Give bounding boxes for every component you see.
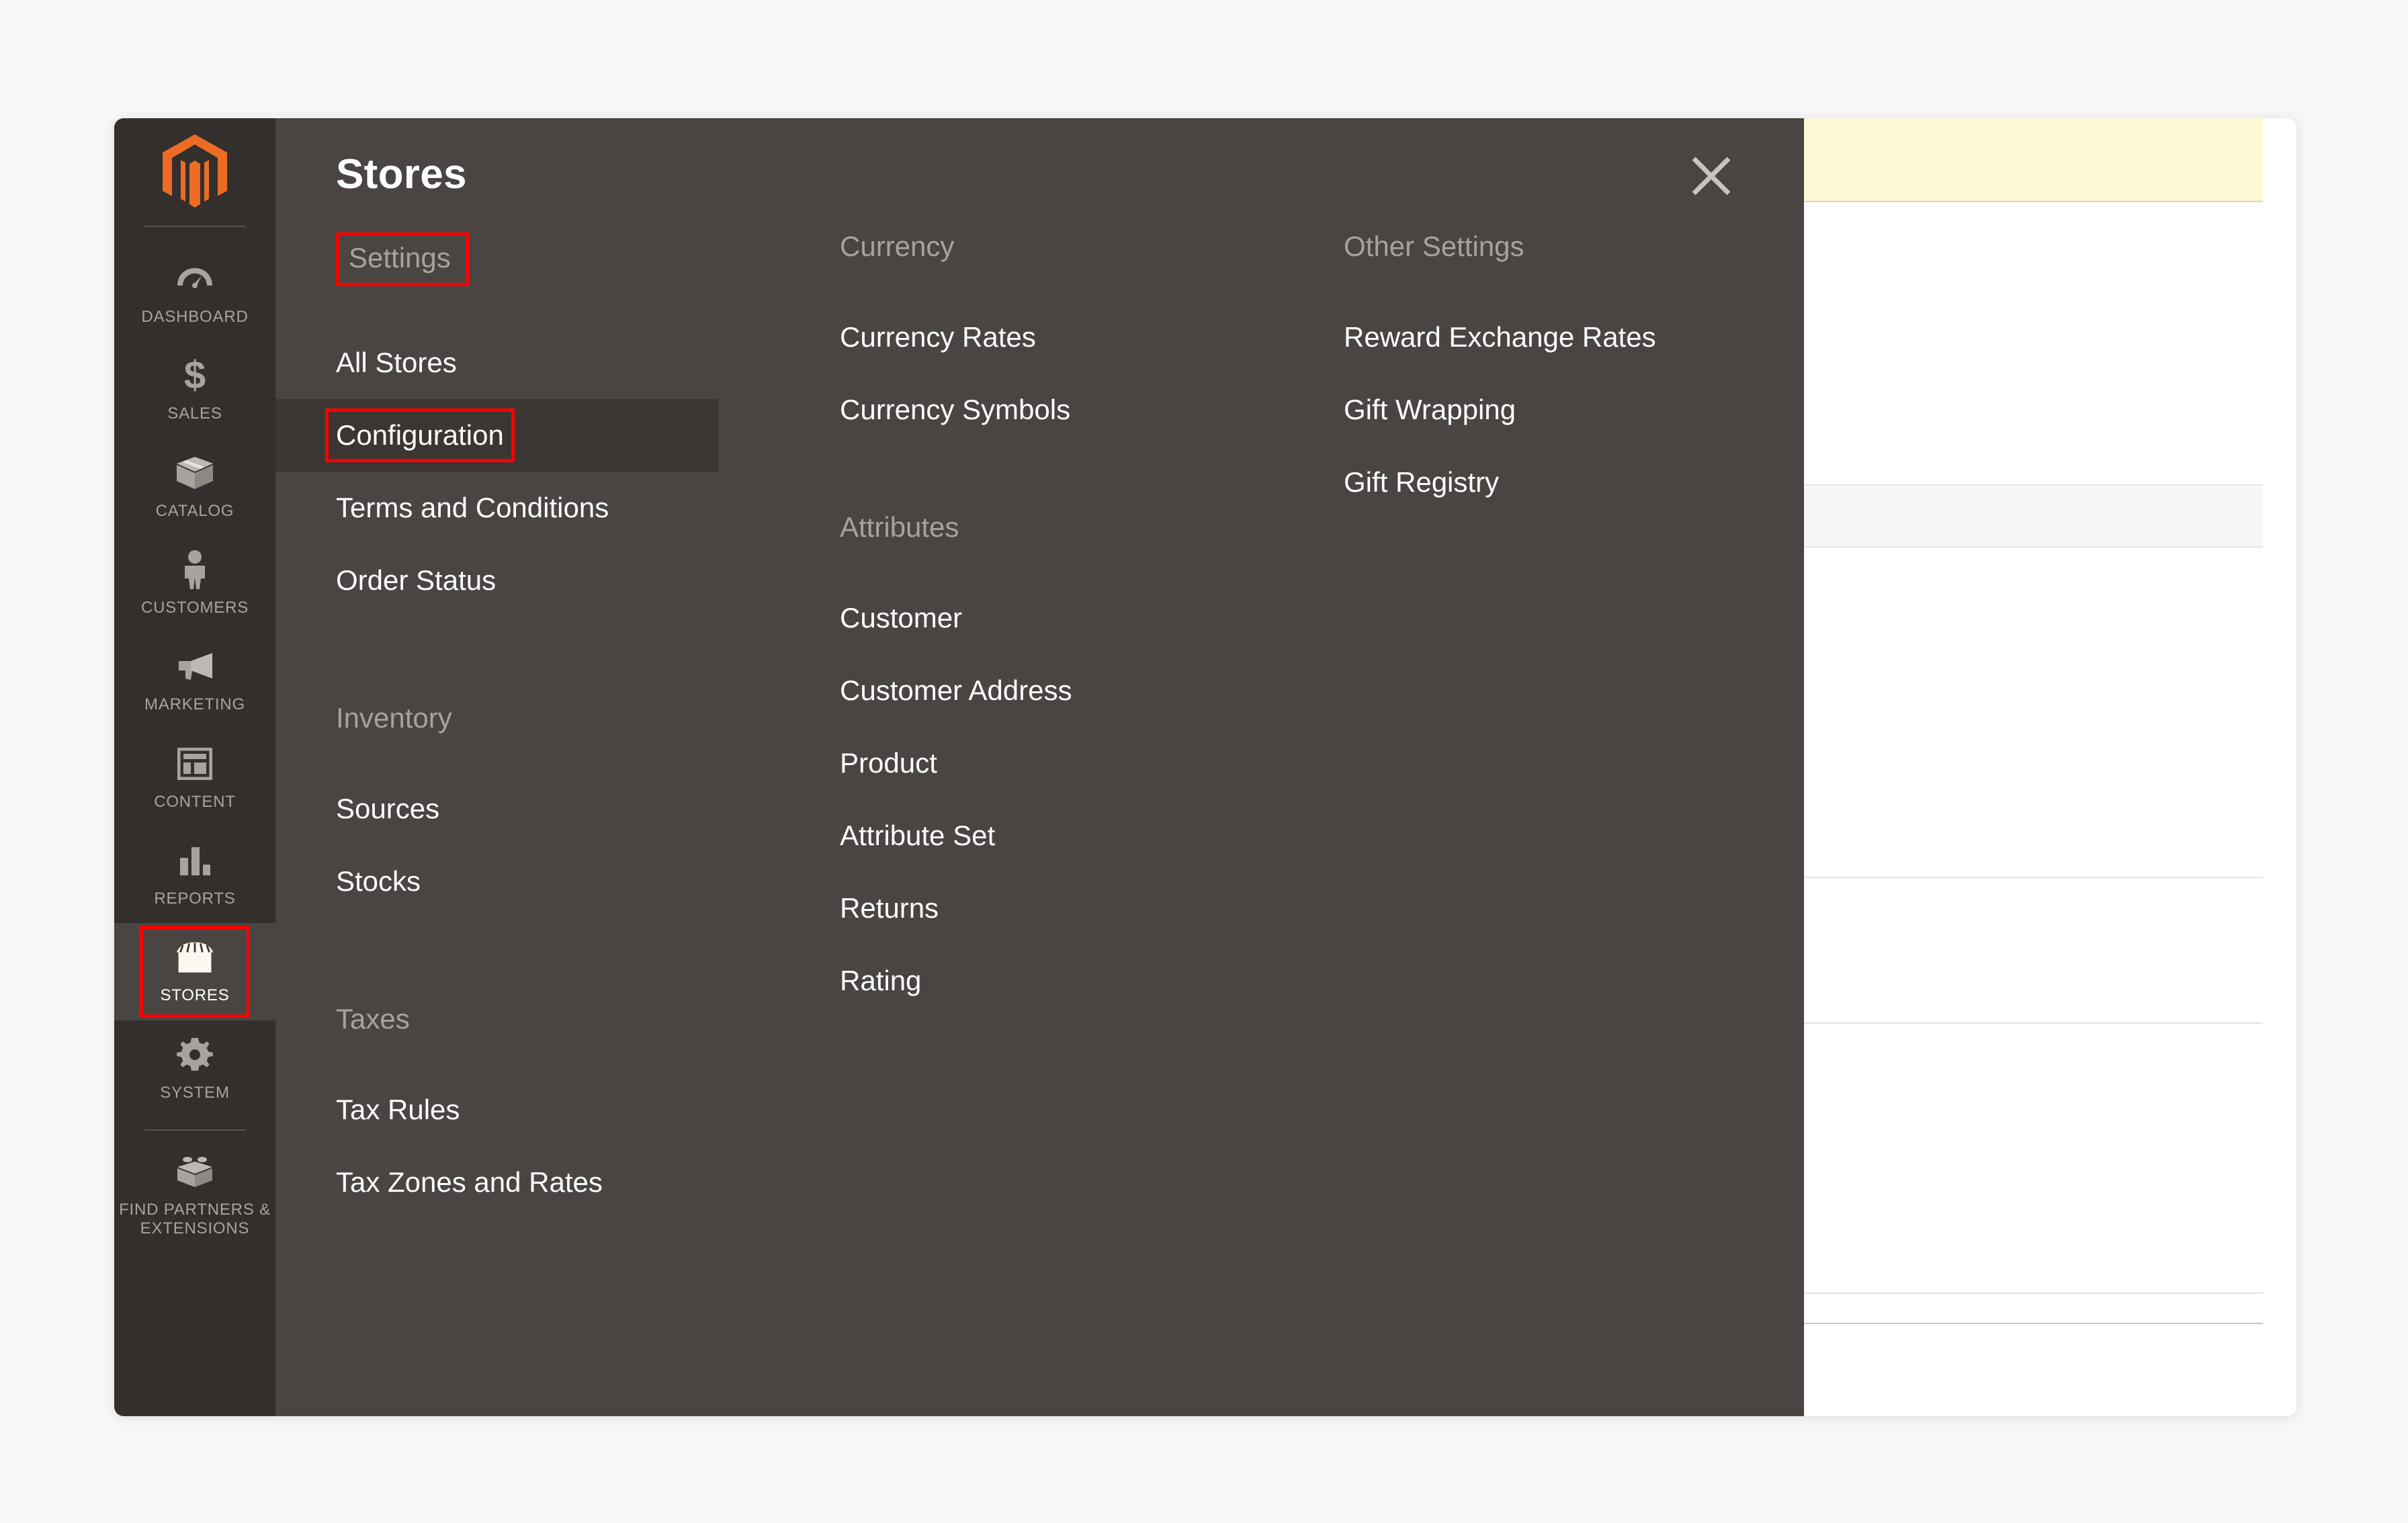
storefront-icon xyxy=(174,937,216,978)
sidebar-item-find-partners[interactable]: FIND PARTNERS & EXTENSIONS xyxy=(114,1137,275,1254)
menu-item-label: Customer Address xyxy=(840,675,1072,706)
sidebar-item-content[interactable]: CONTENT xyxy=(114,730,275,826)
sidebar-item-label: SYSTEM xyxy=(160,1083,230,1102)
sidebar-item-customers[interactable]: CUSTOMERS xyxy=(114,535,275,632)
menu-item-label: Terms and Conditions xyxy=(336,492,609,523)
menu-item-label: Order Status xyxy=(336,564,497,596)
menu-item-label: Tax Zones and Rates xyxy=(336,1166,603,1198)
sidebar-item-label: DASHBOARD xyxy=(141,308,249,326)
mega-menu-title: Stores xyxy=(336,151,467,198)
menu-item-tax-rules[interactable]: Tax Rules xyxy=(275,1074,779,1146)
close-icon[interactable] xyxy=(1686,150,1737,202)
menu-item-label: Product xyxy=(840,747,937,779)
sidebar-item-label: STORES xyxy=(160,986,230,1005)
sidebar-item-dashboard[interactable]: DASHBOARD xyxy=(114,245,275,341)
menu-item-currency-symbols[interactable]: Currency Symbols xyxy=(779,374,1283,446)
menu-item-label: Gift Wrapping xyxy=(1344,394,1516,425)
menu-column-1: Settings All Stores Configuration Terms … xyxy=(275,232,779,1416)
person-icon xyxy=(174,549,216,591)
menu-item-customer[interactable]: Customer xyxy=(779,582,1283,654)
menu-item-label: Rating xyxy=(840,965,922,996)
menu-group-other-settings: Other Settings Reward Exchange Rates Gif… xyxy=(1283,232,1804,519)
menu-item-configuration[interactable]: Configuration xyxy=(275,399,719,472)
menu-item-gift-registry[interactable]: Gift Registry xyxy=(1283,446,1804,519)
menu-item-label: Stocks xyxy=(336,865,421,897)
menu-item-label: Configuration xyxy=(336,419,504,451)
menu-group-inventory: Inventory Sources Stocks xyxy=(275,704,779,918)
gear-icon xyxy=(174,1034,216,1076)
lego-brick-icon xyxy=(174,1151,216,1192)
menu-item-customer-address[interactable]: Customer Address xyxy=(779,654,1283,727)
menu-item-label: Attribute Set xyxy=(840,820,996,851)
menu-group-title-currency: Currency xyxy=(840,230,955,262)
magento-logo[interactable] xyxy=(114,118,275,226)
menu-group-settings: Settings All Stores Configuration Terms … xyxy=(275,232,779,617)
menu-column-2: Currency Currency Rates Currency Symbols… xyxy=(779,232,1283,1416)
box-icon xyxy=(174,452,216,494)
sidebar-item-label: REPORTS xyxy=(154,889,236,908)
menu-item-tax-zones-and-rates[interactable]: Tax Zones and Rates xyxy=(275,1146,779,1219)
megaphone-icon xyxy=(174,646,216,687)
menu-item-order-status[interactable]: Order Status xyxy=(275,544,779,617)
menu-group-title-attributes: Attributes xyxy=(840,511,959,543)
sidebar-item-catalog[interactable]: CATALOG xyxy=(114,439,275,535)
menu-item-attribute-set[interactable]: Attribute Set xyxy=(779,799,1283,872)
admin-window: reports tailored to your customer data. … xyxy=(114,118,2296,1416)
menu-item-label: All Stores xyxy=(336,347,457,378)
menu-group-title-inventory: Inventory xyxy=(336,702,452,734)
screenshot-root: reports tailored to your customer data. … xyxy=(0,0,2408,1523)
admin-sidebar: DASHBOARD $ SALES CATALOG CUSTOMERS MARK… xyxy=(114,118,275,1416)
menu-item-label: Gift Registry xyxy=(1344,466,1500,498)
menu-item-label: Tax Rules xyxy=(336,1094,460,1125)
sidebar-item-marketing[interactable]: MARKETING xyxy=(114,632,275,729)
sidebar-item-label: CATALOG xyxy=(155,501,234,520)
menu-item-returns[interactable]: Returns xyxy=(779,872,1283,945)
mega-menu-columns: Settings All Stores Configuration Terms … xyxy=(275,232,1804,1416)
menu-group-attributes: Attributes Customer Customer Address Pro… xyxy=(779,513,1283,1017)
menu-item-reward-exchange-rates[interactable]: Reward Exchange Rates xyxy=(1283,301,1804,374)
menu-group-title-settings: Settings xyxy=(336,232,469,286)
bar-chart-icon xyxy=(174,840,216,881)
menu-item-gift-wrapping[interactable]: Gift Wrapping xyxy=(1283,374,1804,446)
sidebar-item-label: CONTENT xyxy=(154,792,236,811)
menu-item-product[interactable]: Product xyxy=(779,727,1283,799)
sidebar-divider xyxy=(144,1129,245,1131)
layout-icon xyxy=(174,743,216,785)
menu-item-stocks[interactable]: Stocks xyxy=(275,845,779,918)
menu-item-currency-rates[interactable]: Currency Rates xyxy=(779,301,1283,374)
menu-group-taxes: Taxes Tax Rules Tax Zones and Rates xyxy=(275,1005,779,1219)
menu-item-label: Sources xyxy=(336,793,440,824)
menu-item-label: Currency Symbols xyxy=(840,394,1071,425)
sidebar-item-reports[interactable]: REPORTS xyxy=(114,826,275,923)
sidebar-item-system[interactable]: SYSTEM xyxy=(114,1020,275,1117)
menu-group-currency: Currency Currency Rates Currency Symbols xyxy=(779,232,1283,446)
menu-item-label: Currency Rates xyxy=(840,321,1036,353)
dollar-icon: $ xyxy=(183,353,206,398)
gauge-icon xyxy=(174,258,216,300)
sidebar-item-label: SALES xyxy=(167,404,222,423)
menu-column-3: Other Settings Reward Exchange Rates Gif… xyxy=(1283,232,1804,1416)
stores-mega-menu: Stores Settings All Stores Configuration… xyxy=(275,118,1804,1416)
menu-item-sources[interactable]: Sources xyxy=(275,773,779,845)
sidebar-item-sales[interactable]: $ SALES xyxy=(114,341,275,438)
menu-item-label: Reward Exchange Rates xyxy=(1344,321,1656,353)
sidebar-item-stores[interactable]: STORES xyxy=(114,923,275,1020)
sidebar-item-label: FIND PARTNERS & EXTENSIONS xyxy=(119,1200,271,1238)
menu-group-title-taxes: Taxes xyxy=(336,1003,410,1035)
menu-item-label: Returns xyxy=(840,892,939,924)
menu-item-all-stores[interactable]: All Stores xyxy=(275,327,779,399)
sidebar-item-label: CUSTOMERS xyxy=(140,598,249,617)
menu-item-terms-and-conditions[interactable]: Terms and Conditions xyxy=(275,472,779,544)
sidebar-divider xyxy=(144,226,245,227)
menu-group-title-other-settings: Other Settings xyxy=(1344,230,1524,262)
menu-item-label: Customer xyxy=(840,602,963,634)
sidebar-item-label: MARKETING xyxy=(144,695,245,714)
mega-menu-header: Stores xyxy=(275,118,1804,231)
menu-item-rating[interactable]: Rating xyxy=(779,945,1283,1017)
